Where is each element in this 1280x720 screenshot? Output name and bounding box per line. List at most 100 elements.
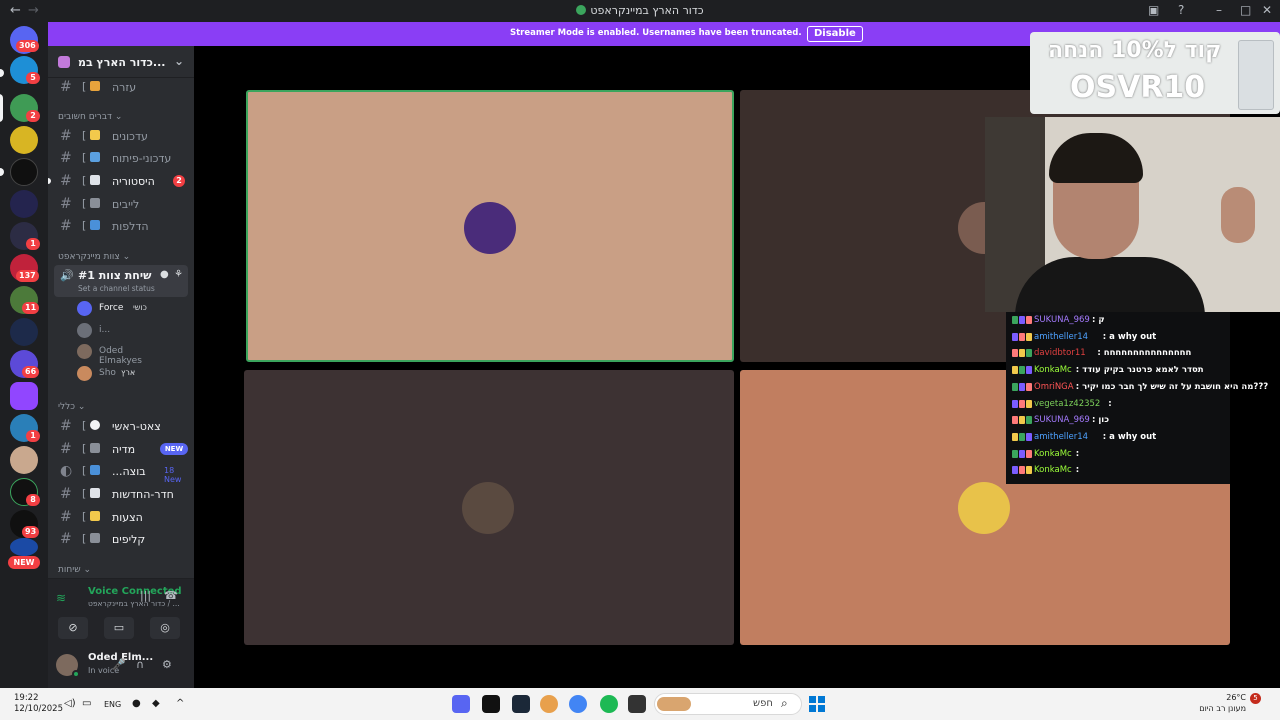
close-icon[interactable]: ✕ — [1262, 3, 1272, 17]
disconnect-icon[interactable]: ☎ — [164, 589, 178, 602]
chat-username: SUKUNA_969 — [1034, 315, 1090, 325]
server-badge: 8 — [26, 494, 40, 506]
chat-badge-icons — [1012, 416, 1034, 425]
server-badge: 1 — [26, 238, 40, 250]
server-header[interactable]: כדור הארץ במ... ⌄ — [48, 46, 194, 78]
participant-tile-speaking[interactable] — [246, 90, 734, 362]
chat-message: vegeta1z42352: — [1006, 398, 1280, 412]
channel-lives[interactable]: #[לייבים — [54, 194, 188, 214]
explorer-taskbar-icon[interactable] — [628, 695, 646, 713]
unread-pill — [0, 69, 4, 77]
chevron-down-icon: ⌄ — [173, 54, 184, 68]
channel-group[interactable]: ◐[...בוצה 18 New — [54, 461, 188, 484]
language-indicator[interactable]: ENG — [104, 700, 121, 709]
camera-off-icon[interactable]: ⊘ — [58, 617, 88, 639]
steam-taskbar-icon[interactable] — [512, 695, 530, 713]
hash-icon: # — [60, 509, 72, 525]
server-boost-icon — [58, 56, 70, 68]
server-icon-4[interactable] — [10, 158, 38, 186]
mic-tray-icon[interactable]: ● — [132, 698, 141, 709]
channel-media[interactable]: #[מדיה NEW — [54, 439, 188, 459]
hash-icon: # — [60, 418, 72, 434]
minimize-icon[interactable]: – — [1216, 3, 1222, 17]
unread-indicator — [48, 178, 51, 184]
windows-start-icon[interactable] — [809, 696, 825, 712]
chat-message: SUKUNA_969: כון — [1006, 414, 1280, 428]
invite-icon[interactable]: ⚘ — [174, 269, 183, 280]
server-icon-5[interactable] — [10, 190, 38, 218]
search-icon: ⌕ — [781, 696, 788, 710]
weather-widget[interactable]: 26°C מעונן רב היום — [1198, 692, 1246, 714]
discount-code: OSVR10 — [1070, 70, 1206, 105]
channel-suggestions[interactable]: #[הצעות — [54, 507, 188, 527]
server-name: כדור הארץ במ... — [78, 56, 166, 69]
chat-text: : כון — [1092, 415, 1110, 426]
chat-icon[interactable]: ● — [160, 269, 169, 280]
help-icon[interactable]: ? — [1178, 3, 1184, 17]
discord-taskbar-icon[interactable] — [452, 695, 470, 713]
product-image — [1238, 40, 1274, 110]
chat-message: KonkaMc: — [1006, 448, 1280, 462]
voice-channel-team1[interactable]: 🔊 שיחת צוות #1 Set a channel status ● ⚘ — [54, 265, 188, 297]
chrome-taskbar-icon[interactable] — [569, 695, 587, 713]
chat-username: amitheller14 — [1034, 331, 1089, 342]
app-taskbar-icon[interactable] — [540, 695, 558, 713]
channel-devupdates[interactable]: #[עדכוני-פיתוח — [54, 148, 188, 168]
chat-message: davidbtor11: חחחחחחחחחחחחחחח — [1006, 347, 1280, 361]
inbox-icon[interactable]: ▣ — [1148, 3, 1159, 17]
notification-badge[interactable]: 5 — [1250, 693, 1261, 704]
new-count: 18 New — [164, 466, 182, 484]
volume-icon[interactable]: ◁) — [64, 698, 76, 709]
voice-channel-name: שיחת צוות #1 — [78, 269, 152, 282]
activity-icon[interactable]: ◎ — [150, 617, 180, 639]
category-important[interactable]: דברים חשובים ⌄ — [58, 112, 122, 122]
channel-clips[interactable]: #[קליפים — [54, 529, 188, 549]
chevron-up-icon[interactable]: ^ — [176, 698, 184, 709]
server-icon-3[interactable] — [10, 126, 38, 154]
headphones-icon[interactable]: ∩ — [136, 658, 144, 671]
chat-text: : ק — [1092, 315, 1105, 325]
network-icon[interactable]: ▭ — [82, 698, 91, 709]
participant-tile[interactable] — [244, 370, 734, 645]
server-list: 306 5 2 1 137 11 66 1 8 93 NEW — [0, 22, 48, 688]
channel-status[interactable]: Set a channel status — [78, 284, 155, 293]
chat-message: amitheller14: a why out — [1006, 431, 1280, 445]
emoji-icon — [90, 533, 100, 543]
clock[interactable]: 19:22 12/10/2025 — [14, 693, 63, 715]
maximize-icon[interactable]: □ — [1240, 3, 1251, 17]
server-icon-15[interactable] — [10, 538, 38, 556]
user-panel: Oded Elm... In voice 🎤 ∩ ⚙ — [48, 646, 194, 688]
unread-pill — [0, 168, 4, 176]
category-calls[interactable]: שיחות ⌄ — [58, 565, 91, 575]
channel-news[interactable]: #[חדר-החדשות — [54, 484, 188, 504]
emoji-icon — [90, 488, 100, 498]
mention-badge: 2 — [173, 175, 185, 187]
windows-taskbar: 19:22 12/10/2025 ◁) ▭ ENG ● ◆ ^ חפש ⌕ 26°… — [0, 688, 1280, 720]
taskbar-search[interactable]: חפש ⌕ — [654, 693, 802, 715]
signal-icon[interactable]: ≋ — [56, 591, 66, 605]
chat-text: : a why out — [1102, 431, 1157, 442]
chat-username: KonkaMc — [1034, 465, 1072, 476]
hash-icon: # — [60, 486, 72, 502]
microphone-icon[interactable]: 🎤 — [112, 658, 126, 671]
status-dot — [72, 670, 80, 678]
discount-headline: קוד ל10% הנחה — [1048, 38, 1222, 63]
noise-suppression-icon[interactable]: ||| — [140, 589, 151, 602]
channel-help[interactable]: #[עזרה — [54, 77, 188, 97]
twitch-icon[interactable] — [10, 382, 38, 410]
spotify-taskbar-icon[interactable] — [600, 695, 618, 713]
category-general[interactable]: כללי ⌄ — [58, 402, 85, 412]
channel-main-chat[interactable]: #[צאט-ראשי — [54, 416, 188, 436]
channel-updates[interactable]: #[עדכונים — [54, 126, 188, 146]
channel-leaks[interactable]: #[הדלפות — [54, 216, 188, 236]
security-icon[interactable]: ◆ — [152, 698, 160, 709]
category-teams[interactable]: צוות מיינקראפט ⌄ — [58, 252, 130, 262]
server-icon-9[interactable] — [10, 318, 38, 346]
channel-history[interactable]: #[היסטוריה 2 — [54, 171, 188, 191]
settings-gear-icon[interactable]: ⚙ — [162, 658, 172, 671]
disable-button[interactable]: Disable — [807, 26, 863, 42]
chat-badge-icons — [1012, 399, 1034, 408]
server-icon-12[interactable] — [10, 446, 38, 474]
screen-share-icon[interactable]: ▭ — [104, 617, 134, 639]
capcut-taskbar-icon[interactable] — [482, 695, 500, 713]
